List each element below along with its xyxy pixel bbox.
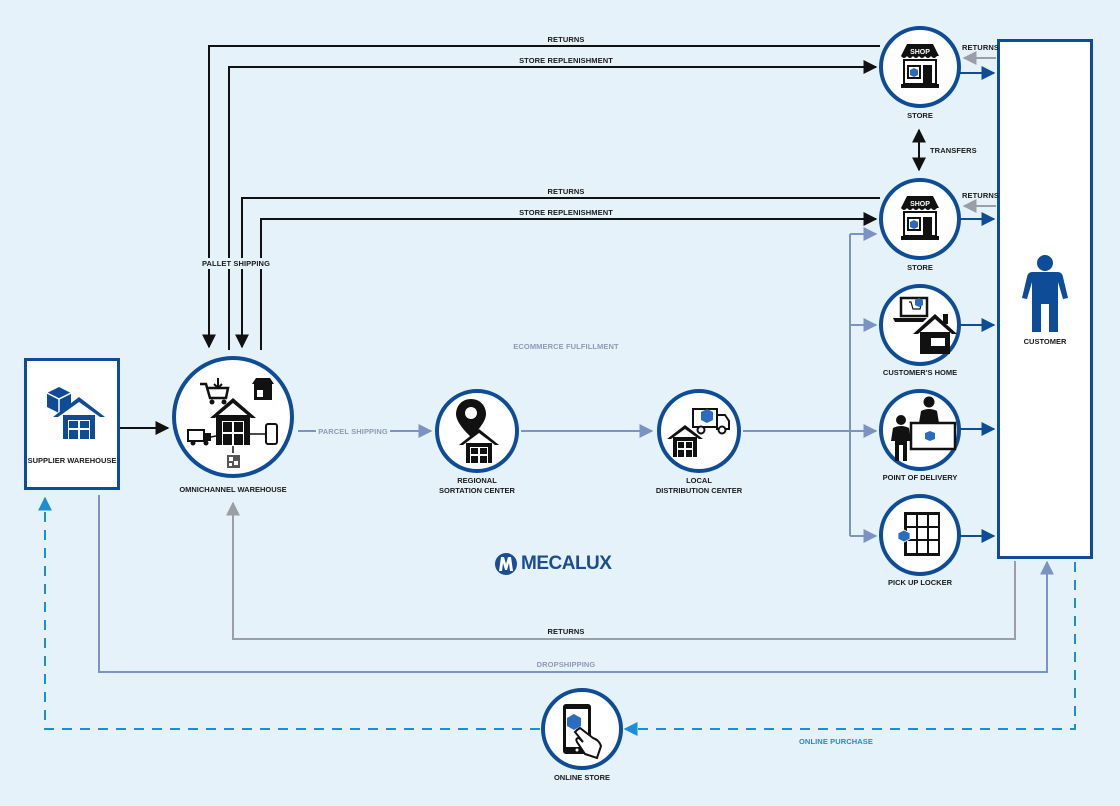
store-replenishment-top-label: STORE REPLENISHMENT [519,56,613,65]
pickup-locker-node[interactable] [879,494,961,576]
point-of-delivery-label: POINT OF DELIVERY [882,473,958,482]
brand-name: MECALUX [521,553,612,574]
people-counter-icon [891,396,957,461]
warehouse-with-box-icon [46,387,105,439]
phone-mini-icon [265,423,278,445]
online-purchase-label: ONLINE PURCHASE [798,737,874,746]
store-1-label: STORE [907,111,933,120]
shop-icon: SHOP [901,196,939,240]
store1-returns-label: RETURNS [962,43,999,52]
local-distribution-label: LOCAL DISTRIBUTION CENTER [656,476,742,496]
customer-node[interactable]: CUSTOMER [997,39,1093,559]
shop-sign: SHOP [910,49,930,56]
store-replenishment-mid-flow [260,212,878,350]
local-distribution-label-line1: LOCAL [686,476,712,485]
dropshipping-label: DROPSHIPPING [536,660,596,669]
online-store-node[interactable] [541,688,623,770]
warehouse-truck-icon [667,408,730,457]
local-distribution-node[interactable] [657,389,741,473]
returns-bottom-label: RETURNS [547,627,585,636]
online-store-label: ONLINE STORE [553,773,611,782]
customers-home-node[interactable] [879,284,961,366]
transfers-label: TRANSFERS [930,146,977,155]
local-distribution-label-line2: DISTRIBUTION CENTER [655,486,743,495]
locker-icon [897,512,940,556]
ecommerce-fulfillment-label: ECOMMERCE FULFILLMENT [513,342,619,351]
regional-sortation-label-line1: REGIONAL [457,476,497,485]
pallet-shipping-label: PALLET SHIPPING [201,258,271,269]
regional-sortation-label-line2: SORTATION CENTER [439,486,515,495]
mecalux-logo: MECALUX [494,552,612,576]
parcel-shipping-label: PARCEL SHIPPING [318,427,388,436]
cart-icon [200,378,230,405]
truck-icon [692,408,730,435]
location-pin-warehouse-icon [456,399,499,463]
store-node-1[interactable]: SHOP [879,26,961,108]
person-icon [1022,255,1068,332]
returns-top-label: RETURNS [547,35,585,44]
store-2-label: STORE [907,263,933,272]
laptop-icon [893,296,929,322]
customer-label: CUSTOMER [1023,337,1067,346]
truck-mini-icon [187,429,211,446]
omnichannel-warehouse-label: OMNICHANNEL WAREHOUSE [179,485,287,494]
shop-icon: SHOP [901,44,939,88]
qr-code-icon [227,455,240,468]
pickup-locker-label: PICK UP LOCKER [887,578,953,587]
laptop-house-icon [893,296,957,354]
returns-top-flow [202,45,880,349]
omnichannel-warehouse-node[interactable] [172,356,294,478]
supplier-warehouse-label: SUPPLIER WAREHOUSE [27,456,117,465]
regional-sortation-label: REGIONAL SORTATION CENTER [439,476,515,496]
store2-returns-label: RETURNS [962,191,999,200]
shop-sign: SHOP [910,201,930,208]
omnichannel-warehouse-icon [187,378,278,468]
customers-home-label: CUSTOMER'S HOME [882,368,958,377]
returns-mid-label: RETURNS [547,187,585,196]
returns-mid-flow [235,197,880,349]
store-replenishment-mid-label: STORE REPLENISHMENT [519,208,613,217]
regional-sortation-node[interactable] [435,389,519,473]
online-purchase-flow-left [38,496,540,730]
online-purchase-flow-right [623,562,1076,736]
point-of-delivery-node[interactable] [879,389,961,471]
mecalux-m-icon [495,553,517,575]
store-node-2[interactable]: SHOP [879,178,961,260]
smartphone-tap-icon [563,704,603,760]
supplier-warehouse-node[interactable]: SUPPLIER WAREHOUSE [24,358,120,490]
shop-mini-icon [252,378,274,400]
